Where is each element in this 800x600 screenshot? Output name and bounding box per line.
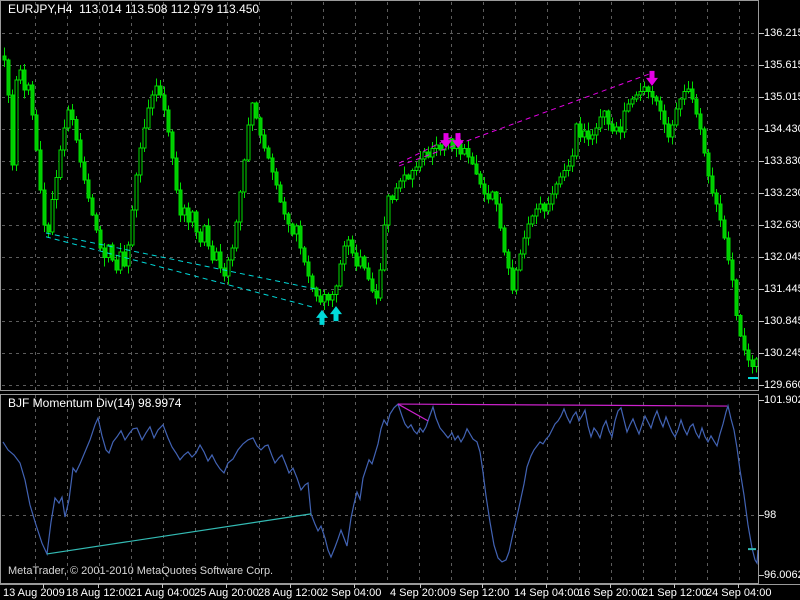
price-axis-label: 132.045 <box>764 251 800 263</box>
watermark: MetaTrader, © 2001-2010 MetaQuotes Softw… <box>8 565 273 577</box>
price-axis-label: 135.015 <box>764 91 800 103</box>
panel-borders <box>0 1 800 585</box>
price-axis-label: 134.430 <box>764 123 800 135</box>
price-axis-label: 129.660 <box>764 379 800 391</box>
momentum-indicator-line <box>3 404 758 563</box>
time-axis-label: 21 Sep 12:00 <box>642 587 707 599</box>
price-axis-label: 131.445 <box>764 283 800 295</box>
axis-ticks <box>44 34 765 589</box>
price-axis-label: 133.230 <box>764 187 800 199</box>
buy-arrow-icon <box>330 306 342 321</box>
price-axis-label: 130.245 <box>764 347 800 359</box>
time-axis-label: 4 Sep 20:00 <box>390 587 449 599</box>
magenta-trendline <box>399 74 649 166</box>
chart-canvas[interactable] <box>0 0 800 600</box>
time-axis-label: 28 Aug 12:00 <box>258 587 323 599</box>
price-axis-label: 136.215 <box>764 27 800 39</box>
time-axis-label: 21 Aug 04:00 <box>130 587 195 599</box>
time-axis-label: 16 Sep 20:00 <box>578 587 643 599</box>
mt4-chart-window: EURJPY,H4 113.014 113.508 112.979 113.45… <box>0 0 800 600</box>
sell-arrow-icon <box>646 71 658 86</box>
price-axis-label: 135.615 <box>764 59 800 71</box>
indicator-axis-label: 101.9024 <box>764 394 800 406</box>
buy-arrow-icon <box>316 310 328 325</box>
price-axis-label: 132.630 <box>764 219 800 231</box>
time-axis-label: 9 Sep 12:00 <box>450 587 509 599</box>
indicator-axis-label: 96.0062 <box>764 569 800 581</box>
time-axis-label: 14 Sep 04:00 <box>514 587 579 599</box>
price-axis-label: 133.830 <box>764 155 800 167</box>
time-axis-label: 13 Aug 2009 <box>3 587 65 599</box>
cyan-trendline <box>46 233 320 290</box>
time-axis-label: 24 Sep 04:00 <box>706 587 771 599</box>
cyan-trendline <box>46 237 313 307</box>
indicator-magenta-trendline <box>398 404 727 406</box>
indicator-title: BJF Momentum Div(14) 98.9974 <box>8 397 181 409</box>
indicator-cyan-trendline <box>47 514 311 554</box>
price-axis-label: 130.845 <box>764 315 800 327</box>
indicator-axis-label: 98 <box>764 509 776 521</box>
divergence-trendlines[interactable] <box>46 74 727 554</box>
time-axis-label: 2 Sep 04:00 <box>322 587 381 599</box>
time-axis-label: 18 Aug 12:00 <box>66 587 131 599</box>
candlestick-series <box>3 47 758 373</box>
chart-title: EURJPY,H4 113.014 113.508 112.979 113.45… <box>8 3 259 15</box>
time-axis-label: 25 Aug 20:00 <box>194 587 259 599</box>
